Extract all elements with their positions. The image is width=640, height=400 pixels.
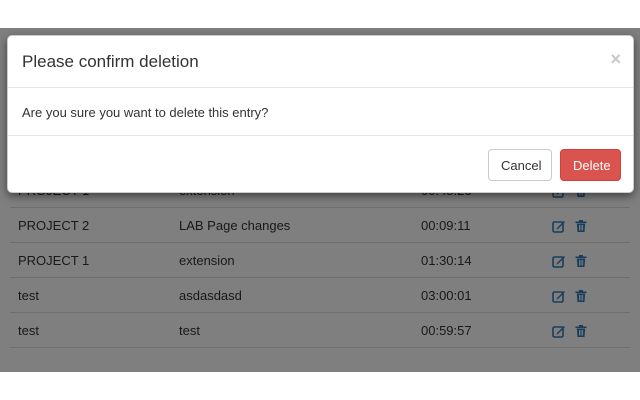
dialog-header: Please confirm deletion × [8,36,633,88]
delete-button[interactable]: Delete [560,149,621,181]
dialog-title: Please confirm deletion [22,52,199,71]
dialog-body: Are you sure you want to delete this ent… [8,88,633,136]
app-window: PROJECT 1 extension 00:48:26 PROJECT 2 L… [0,0,640,372]
confirm-delete-dialog: Please confirm deletion × Are you sure y… [7,35,634,193]
dialog-footer: Cancel Delete [8,136,633,194]
top-bar [0,0,640,28]
page-bottom [0,372,640,400]
dialog-message: Are you sure you want to delete this ent… [22,105,269,120]
cancel-button[interactable]: Cancel [488,149,552,181]
close-icon[interactable]: × [610,49,621,69]
